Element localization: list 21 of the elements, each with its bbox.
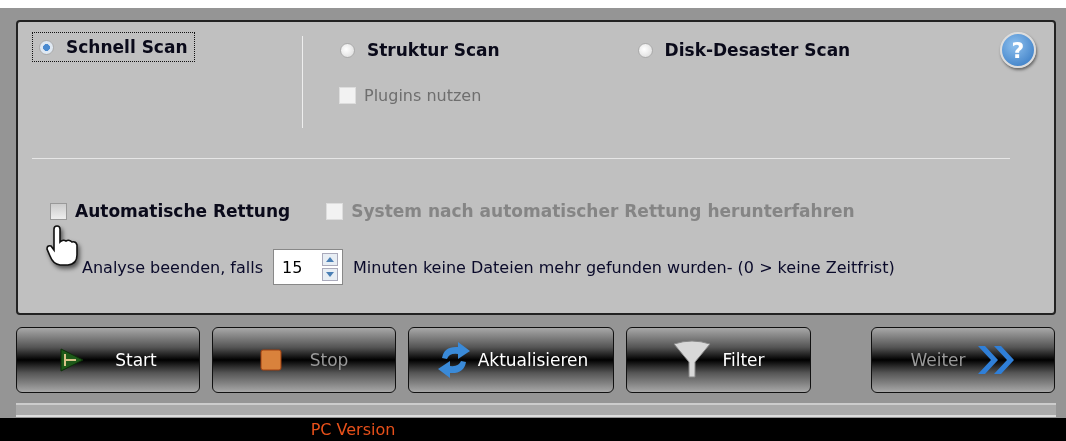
spin-down-icon[interactable] (322, 268, 339, 281)
play-icon (59, 348, 86, 372)
toolbar-button[interactable]: Filter (626, 327, 811, 393)
stop-square-icon (259, 349, 282, 371)
scan-mode-radio[interactable]: Struktur Scan (333, 35, 507, 65)
spin-up-icon[interactable] (322, 253, 339, 266)
checkbox-label: Automatische Rettung (75, 201, 291, 221)
hand-cursor-icon (46, 225, 80, 267)
timeout-description: Minuten keine Dateien mehr gefunden wurden- (0 > keine Zeitfrist) (353, 257, 895, 277)
scan-mode-radio[interactable]: Disk-Desaster Scan (630, 35, 858, 65)
minutes-spinner[interactable]: 15 (273, 249, 344, 285)
scan-mode-radio[interactable]: Schnell Scan (32, 32, 195, 62)
checkbox-label: Plugins nutzen (364, 86, 482, 105)
timeout-label: Analyse beenden, falls (82, 257, 264, 277)
version-label: PC Version (310, 419, 396, 441)
checkbox[interactable] (50, 202, 67, 220)
toolbar-button[interactable]: Aktualisieren (408, 327, 614, 393)
toolbar-button[interactable]: Start (16, 327, 200, 393)
checkbox-label: System nach automatischer Rettung herunterfahren (351, 201, 855, 221)
double-chevron-icon (975, 343, 1016, 377)
funnel-icon (672, 340, 713, 380)
